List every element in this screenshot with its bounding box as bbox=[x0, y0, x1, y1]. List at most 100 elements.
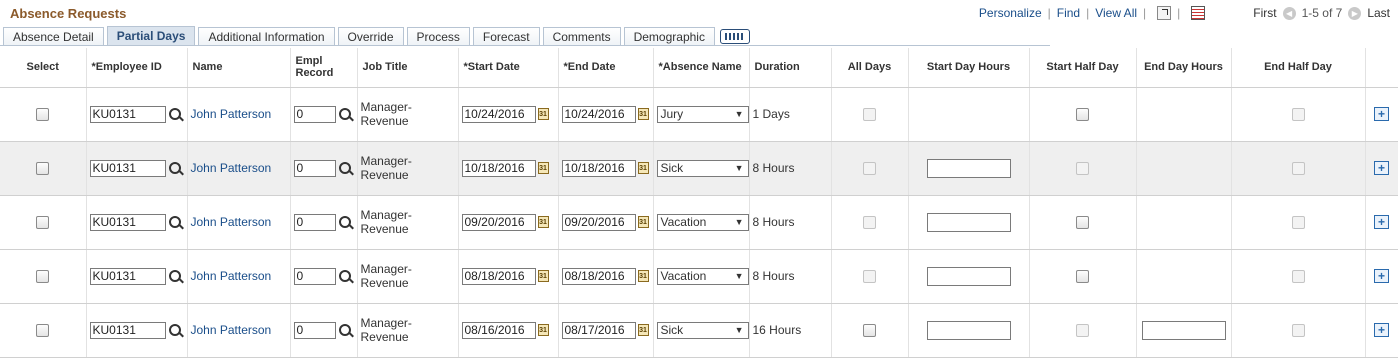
tab-demographic[interactable]: Demographic bbox=[623, 27, 715, 46]
calendar-icon[interactable]: 31 bbox=[537, 270, 549, 282]
download-icon[interactable] bbox=[1191, 6, 1206, 20]
select-cell bbox=[0, 195, 87, 250]
start-date-cell: 10/24/2016 31 bbox=[458, 87, 559, 142]
duration: 8 Hours bbox=[749, 249, 832, 304]
end-date-field[interactable]: 10/18/2016 bbox=[561, 159, 636, 177]
add-row-icon[interactable]: + bbox=[1374, 161, 1389, 175]
tab-override[interactable]: Override bbox=[337, 27, 404, 46]
start-half-day-cell bbox=[1029, 87, 1137, 142]
empl-record-field[interactable]: 0 bbox=[293, 159, 336, 177]
end-date-field[interactable]: 08/18/2016 bbox=[561, 267, 636, 285]
tab-forecast[interactable]: Forecast bbox=[472, 27, 540, 46]
empl-record-field[interactable]: 0 bbox=[293, 213, 336, 231]
tab-process[interactable]: Process bbox=[406, 27, 470, 46]
start-day-hours-field[interactable] bbox=[926, 320, 1011, 340]
absence-name-select[interactable]: Vacation ▼ bbox=[656, 213, 749, 231]
start-date-field[interactable]: 08/16/2016 bbox=[461, 321, 536, 339]
employee-id-field[interactable]: KU0131 bbox=[89, 213, 166, 231]
employee-name: John Patterson bbox=[187, 141, 291, 196]
view-all-link[interactable]: View All bbox=[1095, 6, 1137, 20]
select-checkbox[interactable] bbox=[36, 162, 50, 176]
start-day-hours-cell bbox=[908, 249, 1030, 304]
all-days-checkbox bbox=[863, 216, 876, 230]
calendar-icon[interactable]: 31 bbox=[537, 324, 549, 336]
first-link[interactable]: First bbox=[1253, 6, 1276, 20]
start-half-day-checkbox[interactable] bbox=[1076, 270, 1089, 284]
calendar-icon[interactable]: 31 bbox=[637, 216, 649, 228]
start-half-day-checkbox[interactable] bbox=[1076, 108, 1089, 122]
select-checkbox[interactable] bbox=[36, 270, 50, 284]
add-row-icon[interactable]: + bbox=[1374, 215, 1389, 229]
lookup-icon[interactable] bbox=[168, 324, 181, 336]
start-date-field[interactable]: 09/20/2016 bbox=[461, 213, 536, 231]
tab-bar: Absence Detail Partial Days Additional I… bbox=[3, 26, 750, 46]
calendar-icon[interactable]: 31 bbox=[637, 162, 649, 174]
calendar-icon[interactable]: 31 bbox=[537, 162, 549, 174]
add-row-icon[interactable]: + bbox=[1374, 323, 1389, 337]
col-start-half-day: Start Half Day bbox=[1029, 48, 1137, 88]
lookup-icon[interactable] bbox=[338, 270, 351, 282]
next-icon[interactable]: ▶ bbox=[1348, 6, 1362, 20]
absence-name-select[interactable]: Sick ▼ bbox=[656, 321, 749, 339]
lookup-icon[interactable] bbox=[338, 108, 351, 120]
end-date-field[interactable]: 08/17/2016 bbox=[561, 321, 636, 339]
add-row-icon[interactable]: + bbox=[1374, 269, 1389, 283]
employee-id-field[interactable]: KU0131 bbox=[89, 105, 166, 123]
col-actions bbox=[1365, 48, 1398, 88]
all-days-checkbox[interactable] bbox=[863, 324, 876, 338]
select-checkbox[interactable] bbox=[36, 108, 50, 122]
calendar-icon[interactable]: 31 bbox=[637, 108, 649, 120]
end-date-field[interactable]: 10/24/2016 bbox=[561, 105, 636, 123]
lookup-icon[interactable] bbox=[338, 162, 351, 174]
add-row-icon[interactable]: + bbox=[1374, 107, 1389, 121]
employee-id-field[interactable]: KU0131 bbox=[89, 159, 166, 177]
col-end-half-day: End Half Day bbox=[1231, 48, 1366, 88]
start-half-day-checkbox[interactable] bbox=[1076, 216, 1089, 230]
lookup-icon[interactable] bbox=[338, 324, 351, 336]
start-date-cell: 10/18/2016 31 bbox=[458, 141, 559, 196]
calendar-icon[interactable]: 31 bbox=[637, 270, 649, 282]
absence-name-select[interactable]: Sick ▼ bbox=[656, 159, 749, 177]
empl-record-field[interactable]: 0 bbox=[293, 105, 336, 123]
start-date-field[interactable]: 08/18/2016 bbox=[461, 267, 536, 285]
last-link[interactable]: Last bbox=[1367, 6, 1390, 20]
tab-absence-detail[interactable]: Absence Detail bbox=[3, 27, 104, 46]
show-all-columns-icon[interactable] bbox=[719, 29, 750, 44]
employee-id-field[interactable]: KU0131 bbox=[89, 267, 166, 285]
absence-name-select[interactable]: Jury ▼ bbox=[656, 105, 749, 123]
lookup-icon[interactable] bbox=[338, 216, 351, 228]
lookup-icon[interactable] bbox=[168, 216, 181, 228]
start-day-hours-field[interactable] bbox=[926, 158, 1011, 178]
all-days-cell bbox=[831, 141, 909, 196]
tab-comments[interactable]: Comments bbox=[542, 27, 621, 46]
employee-id-cell: KU0131 bbox=[86, 87, 188, 142]
tab-additional-information[interactable]: Additional Information bbox=[198, 27, 335, 46]
start-date-field[interactable]: 10/24/2016 bbox=[461, 105, 536, 123]
start-day-hours-field[interactable] bbox=[926, 266, 1011, 286]
select-cell bbox=[0, 303, 87, 358]
absence-name-select[interactable]: Vacation ▼ bbox=[656, 267, 749, 285]
calendar-icon[interactable]: 31 bbox=[537, 108, 549, 120]
select-checkbox[interactable] bbox=[36, 216, 50, 230]
end-day-hours-field[interactable] bbox=[1141, 320, 1226, 340]
personalize-link[interactable]: Personalize bbox=[979, 6, 1042, 20]
previous-icon[interactable]: ◀ bbox=[1282, 6, 1296, 20]
start-half-day-checkbox bbox=[1076, 162, 1089, 176]
start-day-hours-field[interactable] bbox=[926, 212, 1011, 232]
lookup-icon[interactable] bbox=[168, 270, 181, 282]
select-checkbox[interactable] bbox=[36, 324, 50, 338]
lookup-icon[interactable] bbox=[168, 108, 181, 120]
zoom-icon[interactable] bbox=[1157, 6, 1172, 20]
calendar-icon[interactable]: 31 bbox=[637, 324, 649, 336]
empl-record-field[interactable]: 0 bbox=[293, 267, 336, 285]
employee-name: John Patterson bbox=[187, 303, 291, 358]
find-link[interactable]: Find bbox=[1057, 6, 1080, 20]
tab-partial-days[interactable]: Partial Days bbox=[106, 26, 196, 46]
lookup-icon[interactable] bbox=[168, 162, 181, 174]
employee-id-field[interactable]: KU0131 bbox=[89, 321, 166, 339]
empl-record-field[interactable]: 0 bbox=[293, 321, 336, 339]
start-date-cell: 08/18/2016 31 bbox=[458, 249, 559, 304]
start-date-field[interactable]: 10/18/2016 bbox=[461, 159, 536, 177]
end-date-field[interactable]: 09/20/2016 bbox=[561, 213, 636, 231]
calendar-icon[interactable]: 31 bbox=[537, 216, 549, 228]
